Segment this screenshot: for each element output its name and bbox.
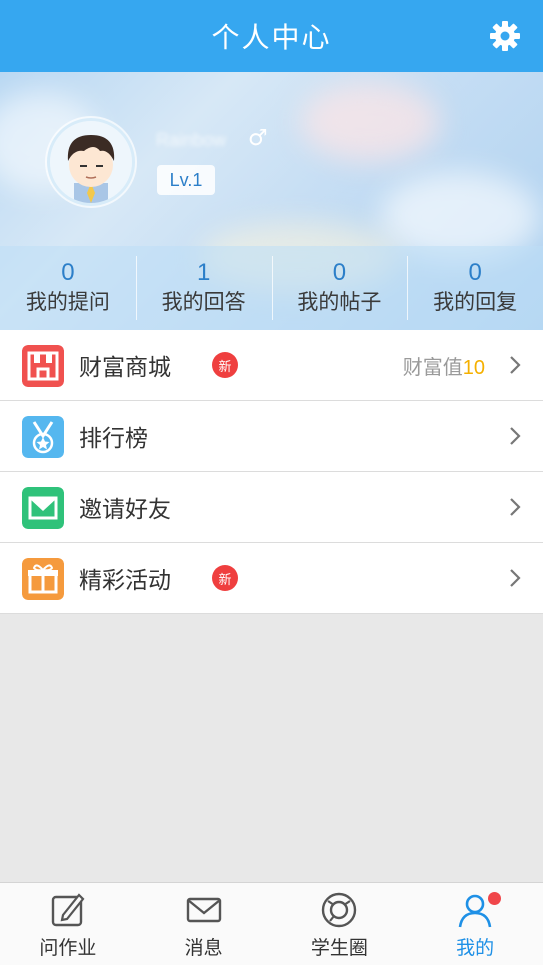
level-badge: Lv.1	[157, 165, 215, 195]
new-badge: 新	[212, 352, 238, 378]
gender-icon: ♂	[248, 126, 268, 151]
menu-item-invite[interactable]: 邀请好友	[0, 472, 543, 543]
top-bar: 个人中心	[0, 0, 543, 72]
notification-dot	[488, 892, 502, 905]
stat-label: 我的回复	[433, 290, 518, 314]
avatar-icon	[50, 121, 132, 203]
tab-homework[interactable]: 问作业	[0, 883, 136, 965]
new-badge: 新	[212, 565, 238, 591]
stat-label: 我的回答	[161, 290, 246, 314]
avatar[interactable]	[47, 118, 135, 206]
mail-icon	[186, 897, 221, 923]
menu-list: 财富商城 新 财富值10 排行榜 邀请好友 精彩活动 新	[0, 330, 543, 614]
bottom-tab-bar: 问作业 消息 学生圈 我的	[0, 882, 543, 965]
stat-posts[interactable]: 0 我的帖子	[271, 246, 408, 330]
medal-icon	[22, 416, 64, 458]
menu-item-label: 精彩活动	[79, 568, 171, 594]
stat-answers[interactable]: 1 我的回答	[135, 246, 272, 330]
stat-value: 1	[196, 259, 211, 286]
page-title: 个人中心	[211, 21, 332, 54]
tab-label: 问作业	[39, 937, 97, 959]
stat-value: 0	[332, 259, 347, 286]
menu-item-label: 邀请好友	[79, 497, 171, 523]
gear-icon[interactable]	[489, 20, 521, 52]
chevron-right-icon	[510, 356, 521, 374]
menu-item-store[interactable]: 财富商城 新 财富值10	[0, 330, 543, 401]
chevron-right-icon	[510, 569, 521, 587]
menu-item-label: 财富商城	[79, 355, 171, 381]
wealth-value: 财富值10	[403, 351, 485, 380]
stat-replies[interactable]: 0 我的回复	[407, 246, 543, 330]
menu-item-ranking[interactable]: 排行榜	[0, 401, 543, 472]
stat-questions[interactable]: 0 我的提问	[0, 246, 136, 330]
edit-icon	[51, 893, 85, 927]
envelope-icon	[22, 487, 64, 529]
menu-item-activities[interactable]: 精彩活动 新	[0, 543, 543, 614]
stat-value: 0	[468, 259, 482, 286]
stat-label: 我的帖子	[297, 290, 382, 314]
tab-messages[interactable]: 消息	[136, 883, 272, 965]
stat-label: 我的提问	[25, 290, 110, 314]
stats-row: 0 我的提问 1 我的回答 0 我的帖子 0 我的回复	[0, 246, 543, 330]
menu-item-label: 排行榜	[79, 426, 148, 452]
gift-icon	[22, 558, 64, 600]
tab-circle[interactable]: 学生圈	[272, 883, 408, 965]
wealth-label: 财富值	[402, 354, 463, 379]
chevron-right-icon	[510, 498, 521, 516]
stat-value: 0	[61, 259, 75, 286]
tab-label: 消息	[184, 937, 223, 959]
store-icon	[22, 345, 64, 387]
wealth-number: 10	[462, 356, 485, 379]
tab-label: 学生圈	[310, 937, 368, 959]
username: Rainbow	[156, 130, 227, 150]
chevron-right-icon	[510, 427, 521, 445]
circle-icon	[322, 892, 357, 928]
tab-mine[interactable]: 我的	[407, 883, 543, 965]
tab-label: 我的	[456, 937, 495, 959]
